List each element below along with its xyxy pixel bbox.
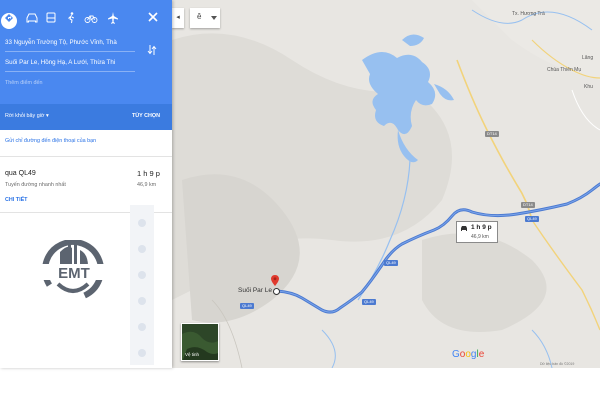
caret-down-icon: [211, 16, 217, 20]
ghost-dot: [138, 297, 146, 305]
origin-input[interactable]: 33 Nguyễn Trường Tộ, Phước Vĩnh, Thà: [5, 36, 135, 50]
route-time: 1 h 9 p: [137, 169, 160, 178]
maps-app: Tx. Hương Trà Chùa Thiên Mụ Lăng Khu DT1…: [0, 0, 600, 400]
car-icon: [461, 226, 467, 231]
destination-marker[interactable]: [273, 288, 280, 295]
flight-mode-button[interactable]: [104, 10, 122, 26]
transit-mode-button[interactable]: [42, 10, 60, 26]
car-icon: [26, 13, 38, 23]
satellite-toggle-button[interactable]: Vệ tinh: [181, 323, 219, 361]
road-badge-dt14-mid: DT14: [521, 202, 535, 208]
map-label-chua-thien-mu: Chùa Thiên Mụ: [547, 67, 582, 73]
close-icon[interactable]: [146, 10, 160, 24]
destination-underline: [5, 71, 135, 72]
travel-mode-row: [0, 6, 172, 30]
chevron-down-icon: ▾: [45, 113, 49, 119]
add-stop-input[interactable]: Thêm điểm đến: [5, 76, 135, 90]
map-canvas[interactable]: Tx. Hương Trà Chùa Thiên Mụ Lăng Khu DT1…: [172, 0, 600, 368]
map-label-lang: Lăng: [582, 55, 594, 61]
leave-time-row: Rời khỏi bây giờ ▾ TÙY CHỌN: [0, 104, 172, 130]
ghost-dot: [138, 349, 146, 357]
language-selector[interactable]: ê: [190, 8, 220, 28]
ghost-dot: [138, 245, 146, 253]
satellite-label: Vệ tinh: [185, 352, 200, 357]
road-badge-dt14-top: DT14: [485, 131, 499, 137]
map-label-huong-tra: Tx. Hương Trà: [512, 11, 545, 17]
road-badge-ql49-d: QL49: [240, 303, 254, 309]
road-badge-ql49-b: QL49: [384, 260, 398, 266]
map-copyright: Dữ liệu bản đồ ©2019: [540, 362, 575, 366]
emt-logo: EMT: [38, 240, 108, 301]
callout-distance: 46,9 km: [471, 234, 489, 240]
language-value: ê: [197, 12, 202, 21]
route-distance: 46,9 km: [137, 182, 157, 188]
walking-mode-button[interactable]: [62, 10, 80, 26]
divider: [0, 156, 172, 157]
destination-map-label: Suối Par Le: [238, 287, 272, 294]
map-terrain: [172, 0, 600, 368]
directions-header: 33 Nguyễn Trường Tộ, Phước Vĩnh, Thà Suố…: [0, 0, 172, 130]
cycling-mode-button[interactable]: [82, 10, 100, 26]
send-to-phone-link[interactable]: Gửi chỉ đường đến điện thoại của bạn: [5, 138, 96, 144]
directions-panel: 33 Nguyễn Trường Tộ, Phước Vĩnh, Thà Suố…: [0, 0, 172, 368]
map-controls-ghost: [130, 205, 154, 365]
ghost-dot: [138, 219, 146, 227]
travel-time-callout[interactable]: 1 h 9 p 46,9 km: [456, 221, 498, 243]
route-description: Tuyến đường nhanh nhất: [5, 182, 66, 188]
airplane-icon: [108, 12, 118, 24]
leave-now-dropdown[interactable]: Rời khỏi bây giờ ▾: [5, 113, 49, 119]
best-route-mode-button[interactable]: [0, 10, 18, 29]
ghost-dot: [138, 271, 146, 279]
map-label-khu: Khu: [584, 84, 593, 90]
bus-icon: [46, 12, 56, 23]
route-via: qua QL49: [5, 170, 36, 177]
directions-diamond-icon: [5, 14, 13, 22]
options-button[interactable]: TÙY CHỌN: [132, 113, 160, 119]
google-logo: Google: [452, 349, 485, 360]
ghost-dot: [138, 323, 146, 331]
callout-time: 1 h 9 p: [471, 224, 492, 231]
walking-icon: [68, 12, 75, 24]
leave-now-label: Rời khỏi bây giờ: [5, 113, 45, 119]
swap-icon[interactable]: [147, 44, 157, 56]
destination-input[interactable]: Suối Par Le, Hồng Hạ, A Lưới, Thừa Thi: [5, 56, 135, 70]
emt-logo-text: EMT: [58, 265, 90, 282]
destination-pin-icon[interactable]: [271, 275, 279, 286]
bicycle-icon: [84, 15, 98, 23]
collapse-panel-button[interactable]: ◂: [172, 8, 184, 28]
origin-underline: [5, 51, 135, 52]
road-badge-ql49-c: QL49: [362, 299, 376, 305]
details-link[interactable]: CHI TIẾT: [5, 197, 27, 203]
car-mode-button[interactable]: [23, 10, 41, 26]
road-badge-ql49-a: QL49: [525, 216, 539, 222]
